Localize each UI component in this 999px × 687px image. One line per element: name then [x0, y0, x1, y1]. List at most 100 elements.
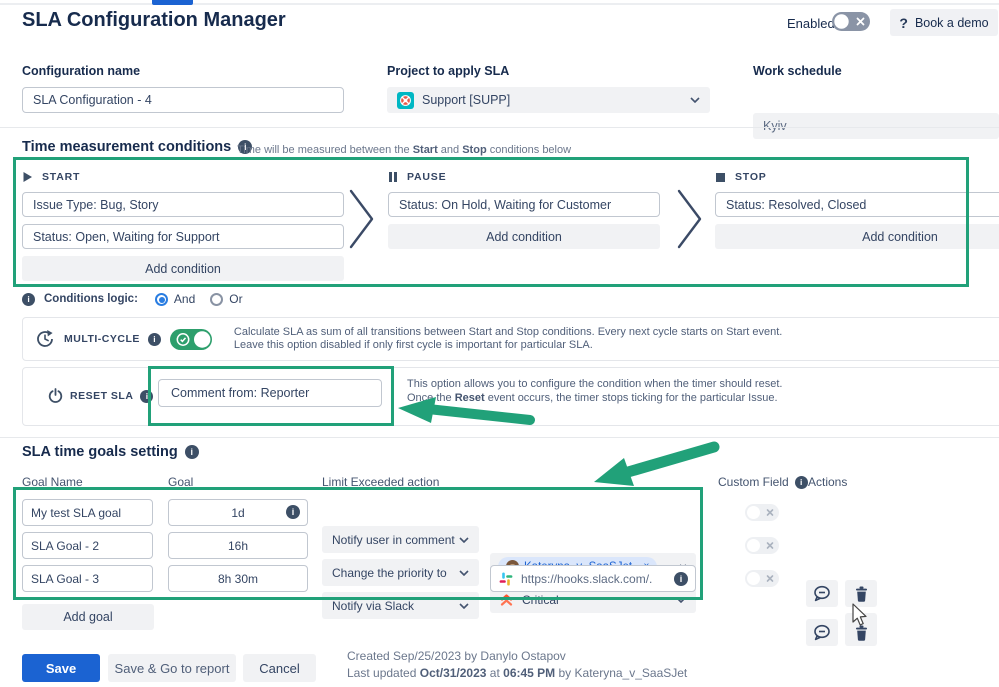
pause-add-condition-button[interactable]: Add condition — [388, 224, 660, 249]
goals-heading-row: SLA time goals setting — [22, 444, 199, 460]
book-demo-label: Book a demo — [914, 15, 989, 30]
custom-field-toggle[interactable] — [745, 537, 779, 554]
conditions-hint: Time will be measured between the Start … — [237, 144, 572, 156]
limit-action-select[interactable]: Notify via Slack — [322, 592, 479, 619]
custom-field-header: Custom Field — [718, 475, 808, 489]
top-divider — [0, 3, 999, 5]
play-icon — [23, 172, 32, 182]
toggle-disabled-icon — [745, 537, 779, 554]
audit-info: Created Sep/25/2023 by Danylo Ostapov La… — [347, 648, 687, 681]
logic-or-radio[interactable]: Or — [210, 292, 243, 306]
project-value: Support [SUPP] — [422, 93, 511, 107]
section-divider — [0, 127, 999, 128]
toggle-disabled-icon — [745, 504, 779, 521]
toggle-on-icon — [169, 328, 212, 350]
flow-chevron-icon — [677, 189, 702, 249]
question-icon: ? — [899, 14, 908, 31]
comment-icon — [814, 624, 830, 641]
goal-value-input[interactable]: 8h 30m — [168, 565, 308, 592]
reset-sla-label: RESET SLA — [70, 390, 134, 402]
multi-cycle-description: Calculate SLA as sum of all transitions … — [233, 325, 783, 352]
enabled-label: Enabled — [787, 16, 835, 31]
updated-line: Last updated Oct/31/2023 at 06:45 PM by … — [347, 665, 688, 680]
annotation-arrow-down-left-icon — [594, 441, 720, 486]
multi-cycle-toggle[interactable] — [169, 328, 212, 350]
start-condition-field[interactable]: Issue Type: Bug, Story — [22, 192, 344, 217]
conditions-logic-row: Conditions logic: And Or — [22, 290, 243, 308]
annotation-arrow-left-icon — [398, 397, 535, 425]
reset-sla-label-group: RESET SLA — [48, 388, 154, 404]
config-name-input[interactable]: SLA Configuration - 4 — [22, 87, 344, 113]
goal-name-input[interactable]: My test SLA goal — [22, 499, 153, 526]
created-line: Created Sep/25/2023 by Danylo Ostapov — [347, 649, 566, 663]
active-tab-indicator — [152, 0, 193, 5]
limit-action-header: Limit Exceeded action — [322, 475, 440, 489]
save-button[interactable]: Save — [22, 654, 100, 682]
pause-label: PAUSE — [407, 171, 447, 183]
power-icon — [48, 388, 63, 403]
reset-condition-field[interactable]: Comment from: Reporter — [158, 379, 382, 407]
info-icon[interactable] — [184, 445, 199, 459]
stop-icon — [716, 172, 725, 182]
custom-field-toggle[interactable] — [745, 570, 779, 587]
start-label: START — [42, 171, 81, 183]
start-condition-field[interactable]: Status: Open, Waiting for Support — [22, 224, 344, 249]
info-icon[interactable] — [147, 332, 161, 346]
info-icon[interactable] — [794, 475, 808, 489]
info-icon[interactable] — [674, 571, 688, 586]
info-icon[interactable] — [286, 505, 300, 519]
mouse-cursor-icon — [852, 603, 867, 626]
sla-configuration-manager-page: SLA Configuration Manager Enabled ? Book… — [0, 0, 999, 687]
conditions-heading-row: Time measurement conditions — [22, 139, 253, 155]
slack-webhook-input[interactable]: https://hooks.slack.com/... — [490, 565, 696, 592]
flow-chevron-icon — [349, 189, 374, 249]
radio-icon — [210, 292, 224, 306]
conditions-heading: Time measurement conditions — [22, 139, 232, 155]
goal-name-input[interactable]: SLA Goal - 3 — [22, 565, 153, 592]
goal-value-input[interactable]: 16h — [168, 532, 308, 559]
pause-condition-field[interactable]: Status: On Hold, Waiting for Customer — [388, 192, 660, 217]
goal-name-header: Goal Name — [22, 475, 83, 489]
info-icon[interactable] — [22, 292, 35, 306]
priority-critical-icon — [500, 593, 513, 606]
info-icon[interactable] — [140, 389, 154, 403]
logic-and-radio[interactable]: And — [154, 292, 195, 306]
conditions-logic-label: Conditions logic: — [44, 293, 138, 305]
goal-value-input[interactable]: 1d — [168, 499, 308, 526]
work-schedule-field[interactable]: Kyiv — [753, 113, 999, 139]
pause-icon — [389, 172, 397, 182]
custom-field-toggle[interactable] — [745, 504, 779, 521]
multi-cycle-label: MULTI-CYCLE — [64, 333, 140, 345]
stop-column: STOP Status: Resolved, Closed Add condit… — [715, 169, 999, 249]
stop-add-condition-button[interactable]: Add condition — [715, 224, 999, 249]
goals-heading: SLA time goals setting — [22, 444, 178, 460]
book-a-demo-button[interactable]: ? Book a demo — [890, 9, 998, 36]
page-title: SLA Configuration Manager — [22, 9, 286, 31]
comment-action-button[interactable] — [806, 619, 838, 646]
enabled-toggle[interactable] — [832, 12, 870, 31]
toggle-disabled-icon — [745, 570, 779, 587]
multi-cycle-card: MULTI-CYCLE Calculate SLA as sum of all … — [22, 317, 999, 361]
chevron-down-icon — [676, 596, 686, 603]
pause-column: PAUSE Status: On Hold, Waiting for Custo… — [388, 169, 660, 249]
project-avatar-icon — [397, 91, 414, 109]
config-name-label: Configuration name — [22, 64, 141, 78]
goal-name-input[interactable]: SLA Goal - 2 — [22, 532, 153, 559]
multi-cycle-history-icon — [37, 330, 53, 347]
save-go-to-report-button[interactable]: Save & Go to report — [108, 654, 236, 682]
add-goal-button[interactable]: Add goal — [22, 604, 154, 630]
cancel-button[interactable]: Cancel — [243, 654, 316, 682]
goal-row: My test SLA goal 1d Notify user in comme… — [0, 499, 999, 607]
start-column: START Issue Type: Bug, Story Status: Ope… — [22, 169, 344, 281]
stop-condition-field[interactable]: Status: Resolved, Closed — [715, 192, 999, 217]
stop-label: STOP — [735, 171, 767, 183]
goal-row: SLA Goal - 3 8h 30m Notify via Slack htt… — [0, 565, 999, 646]
project-select[interactable]: Support [SUPP] — [387, 87, 710, 113]
slack-icon — [499, 572, 513, 585]
toggle-off-icon — [832, 12, 870, 31]
radio-selected-icon — [154, 292, 168, 306]
project-label: Project to apply SLA — [387, 64, 510, 78]
start-add-condition-button[interactable]: Add condition — [22, 256, 344, 281]
goal-header: Goal — [168, 475, 194, 489]
chevron-down-icon — [690, 97, 700, 103]
